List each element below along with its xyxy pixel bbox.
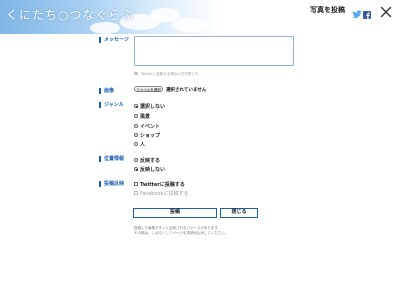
genre-option-none[interactable]: 選択しない — [134, 103, 165, 110]
location-option-reflect[interactable]: 反映する — [134, 157, 160, 164]
radio-icon[interactable] — [134, 158, 138, 162]
choose-file-button[interactable]: ファイルを選択 — [134, 86, 163, 92]
header: くにたち○つなぐらぶ 写真を投稿 — [0, 0, 400, 34]
facebook-icon[interactable] — [363, 4, 371, 23]
close-icon[interactable] — [380, 3, 392, 22]
character-count-note: Twitterに投稿する場合の文字数です。 — [141, 71, 202, 76]
genre-option-person[interactable]: 人 — [134, 141, 145, 148]
image-label: 画像 — [99, 88, 114, 94]
character-count-icon — [134, 72, 138, 75]
checkbox-icon[interactable] — [134, 182, 138, 186]
genre-label: ジャンル — [99, 102, 124, 108]
location-option-no-reflect[interactable]: 反映しない — [134, 166, 165, 173]
close-button[interactable]: 閉じる — [220, 208, 258, 218]
message-label: メッセージ — [99, 37, 129, 43]
radio-icon[interactable] — [134, 114, 138, 118]
post-button[interactable]: 投稿 — [133, 208, 217, 218]
radio-selected-icon[interactable] — [134, 167, 138, 171]
genre-option-scenery[interactable]: 風景 — [134, 113, 150, 120]
twitter-post-checkbox[interactable]: Twitterに投稿する — [134, 181, 185, 188]
page-title: 写真を投稿 — [310, 6, 345, 14]
message-textarea[interactable] — [134, 36, 294, 66]
footer-note-2: その際は、しばらくしてページを再読み込みしてください。 — [134, 231, 229, 235]
radio-selected-icon[interactable] — [134, 104, 138, 108]
header-sky-banner: くにたち○つなぐらぶ — [0, 0, 220, 34]
genre-option-event[interactable]: イベント — [134, 123, 160, 130]
facebook-post-checkbox: Facebookに投稿する — [134, 190, 189, 197]
radio-icon[interactable] — [134, 133, 138, 137]
twitter-icon[interactable] — [352, 4, 362, 23]
location-label: 位置情報 — [99, 156, 124, 162]
post-reflect-label: 投稿反映 — [99, 181, 124, 187]
file-status: 選択されていません — [166, 88, 207, 93]
radio-icon[interactable] — [134, 124, 138, 128]
genre-option-shop[interactable]: ショップ — [134, 132, 160, 139]
radio-icon[interactable] — [134, 142, 138, 146]
checkbox-icon — [134, 191, 138, 195]
site-logo[interactable]: くにたち○つなぐらぶ — [6, 6, 134, 23]
